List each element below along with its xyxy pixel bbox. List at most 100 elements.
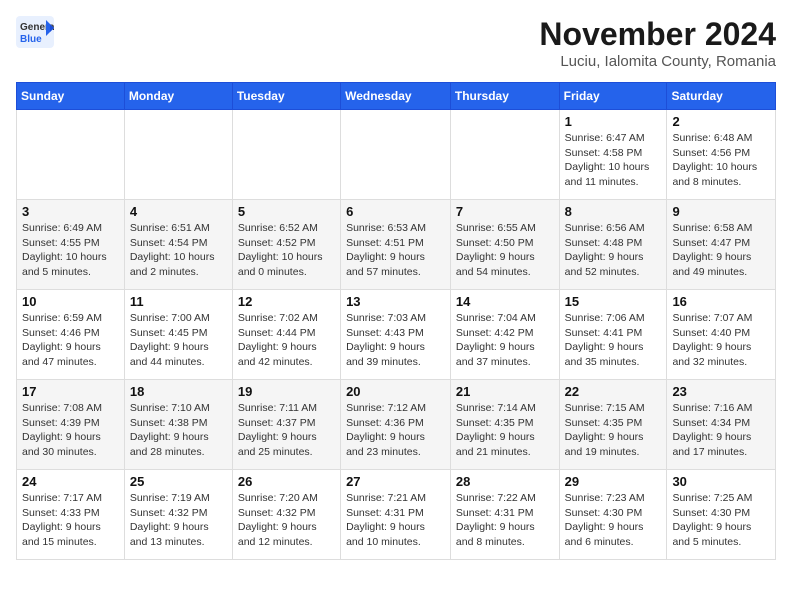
day-info: Sunrise: 7:25 AM Sunset: 4:30 PM Dayligh…: [672, 491, 770, 550]
day-number: 26: [238, 474, 335, 489]
calendar-cell: 8Sunrise: 6:56 AM Sunset: 4:48 PM Daylig…: [559, 200, 667, 290]
calendar-cell: 27 Sunrise: 7:21 AM Sunset: 4:31 PM Dayli…: [341, 470, 451, 560]
calendar-cell: 17 Sunrise: 7:08 AM Sunset: 4:39 PM Dayli…: [17, 380, 125, 470]
calendar-cell: 20 Sunrise: 7:12 AM Sunset: 4:36 PM Dayli…: [341, 380, 451, 470]
weekday-header-friday: Friday: [559, 83, 667, 110]
weekday-header-saturday: Saturday: [667, 83, 776, 110]
calendar-cell: 16Sunrise: 7:07 AM Sunset: 4:40 PM Dayli…: [667, 290, 776, 380]
day-info: Sunrise: 6:52 AM Sunset: 4:52 PM Dayligh…: [238, 221, 335, 280]
day-info: Sunrise: 7:11 AM Sunset: 4:37 PM Dayligh…: [238, 401, 335, 460]
week-row-1: 3 Sunrise: 6:49 AM Sunset: 4:55 PM Daylig…: [17, 200, 776, 290]
weekday-header-sunday: Sunday: [17, 83, 125, 110]
day-info: Sunrise: 7:16 AM Sunset: 4:34 PM Dayligh…: [672, 401, 770, 460]
day-number: 3: [22, 204, 119, 219]
day-number: 23: [672, 384, 770, 399]
day-info: Sunrise: 7:04 AM Sunset: 4:42 PM Dayligh…: [456, 311, 554, 370]
week-row-4: 24 Sunrise: 7:17 AM Sunset: 4:33 PM Dayli…: [17, 470, 776, 560]
day-info: Sunrise: 6:55 AM Sunset: 4:50 PM Dayligh…: [456, 221, 554, 280]
day-number: 21: [456, 384, 554, 399]
day-info: Sunrise: 7:06 AM Sunset: 4:41 PM Dayligh…: [565, 311, 662, 370]
calendar-cell: [341, 110, 451, 200]
day-info: Sunrise: 7:12 AM Sunset: 4:36 PM Dayligh…: [346, 401, 445, 460]
calendar-cell: [450, 110, 559, 200]
day-number: 16: [672, 294, 770, 309]
day-info: Sunrise: 6:48 AM Sunset: 4:56 PM Dayligh…: [672, 131, 770, 190]
day-info: Sunrise: 6:53 AM Sunset: 4:51 PM Dayligh…: [346, 221, 445, 280]
calendar-cell: [232, 110, 340, 200]
day-info: Sunrise: 6:51 AM Sunset: 4:54 PM Dayligh…: [130, 221, 227, 280]
calendar-cell: 10Sunrise: 6:59 AM Sunset: 4:46 PM Dayli…: [17, 290, 125, 380]
day-number: 17: [22, 384, 119, 399]
weekday-header-wednesday: Wednesday: [341, 83, 451, 110]
day-info: Sunrise: 7:20 AM Sunset: 4:32 PM Dayligh…: [238, 491, 335, 550]
calendar-cell: 4 Sunrise: 6:51 AM Sunset: 4:54 PM Daylig…: [124, 200, 232, 290]
day-info: Sunrise: 7:03 AM Sunset: 4:43 PM Dayligh…: [346, 311, 445, 370]
day-number: 13: [346, 294, 445, 309]
calendar-cell: 28 Sunrise: 7:22 AM Sunset: 4:31 PM Dayli…: [450, 470, 559, 560]
week-row-0: 1 Sunrise: 6:47 AM Sunset: 4:58 PM Daylig…: [17, 110, 776, 200]
day-info: Sunrise: 7:21 AM Sunset: 4:31 PM Dayligh…: [346, 491, 445, 550]
day-info: Sunrise: 7:10 AM Sunset: 4:38 PM Dayligh…: [130, 401, 227, 460]
calendar-cell: 15 Sunrise: 7:06 AM Sunset: 4:41 PM Dayli…: [559, 290, 667, 380]
week-row-2: 10Sunrise: 6:59 AM Sunset: 4:46 PM Dayli…: [17, 290, 776, 380]
calendar-cell: 19 Sunrise: 7:11 AM Sunset: 4:37 PM Dayli…: [232, 380, 340, 470]
calendar-cell: 1 Sunrise: 6:47 AM Sunset: 4:58 PM Daylig…: [559, 110, 667, 200]
calendar-cell: 22 Sunrise: 7:15 AM Sunset: 4:35 PM Dayli…: [559, 380, 667, 470]
weekday-header-monday: Monday: [124, 83, 232, 110]
day-number: 2: [672, 114, 770, 129]
day-info: Sunrise: 7:08 AM Sunset: 4:39 PM Dayligh…: [22, 401, 119, 460]
day-number: 7: [456, 204, 554, 219]
calendar-cell: 26 Sunrise: 7:20 AM Sunset: 4:32 PM Dayli…: [232, 470, 340, 560]
day-number: 15: [565, 294, 662, 309]
day-number: 11: [130, 294, 227, 309]
day-info: Sunrise: 7:02 AM Sunset: 4:44 PM Dayligh…: [238, 311, 335, 370]
day-number: 22: [565, 384, 662, 399]
logo: General Blue: [16, 16, 60, 53]
day-info: Sunrise: 7:15 AM Sunset: 4:35 PM Dayligh…: [565, 401, 662, 460]
calendar-cell: 9 Sunrise: 6:58 AM Sunset: 4:47 PM Daylig…: [667, 200, 776, 290]
calendar-cell: 12 Sunrise: 7:02 AM Sunset: 4:44 PM Dayli…: [232, 290, 340, 380]
day-number: 28: [456, 474, 554, 489]
day-info: Sunrise: 7:22 AM Sunset: 4:31 PM Dayligh…: [456, 491, 554, 550]
day-number: 19: [238, 384, 335, 399]
day-info: Sunrise: 6:49 AM Sunset: 4:55 PM Dayligh…: [22, 221, 119, 280]
calendar-cell: 2 Sunrise: 6:48 AM Sunset: 4:56 PM Daylig…: [667, 110, 776, 200]
weekday-header-tuesday: Tuesday: [232, 83, 340, 110]
day-info: Sunrise: 7:00 AM Sunset: 4:45 PM Dayligh…: [130, 311, 227, 370]
location-title: Luciu, Ialomita County, Romania: [539, 53, 776, 70]
day-number: 6: [346, 204, 445, 219]
day-number: 20: [346, 384, 445, 399]
day-number: 9: [672, 204, 770, 219]
weekday-header-thursday: Thursday: [450, 83, 559, 110]
calendar-header: SundayMondayTuesdayWednesdayThursdayFrid…: [17, 83, 776, 110]
day-info: Sunrise: 7:23 AM Sunset: 4:30 PM Dayligh…: [565, 491, 662, 550]
day-number: 1: [565, 114, 662, 129]
day-number: 30: [672, 474, 770, 489]
calendar-cell: 7 Sunrise: 6:55 AM Sunset: 4:50 PM Daylig…: [450, 200, 559, 290]
day-info: Sunrise: 7:14 AM Sunset: 4:35 PM Dayligh…: [456, 401, 554, 460]
calendar-cell: 30 Sunrise: 7:25 AM Sunset: 4:30 PM Dayli…: [667, 470, 776, 560]
calendar-cell: 23 Sunrise: 7:16 AM Sunset: 4:34 PM Dayli…: [667, 380, 776, 470]
day-info: Sunrise: 6:58 AM Sunset: 4:47 PM Dayligh…: [672, 221, 770, 280]
day-number: 25: [130, 474, 227, 489]
calendar-cell: [124, 110, 232, 200]
week-row-3: 17 Sunrise: 7:08 AM Sunset: 4:39 PM Dayli…: [17, 380, 776, 470]
calendar-cell: 18Sunrise: 7:10 AM Sunset: 4:38 PM Dayli…: [124, 380, 232, 470]
calendar-cell: 25 Sunrise: 7:19 AM Sunset: 4:32 PM Dayli…: [124, 470, 232, 560]
day-info: Sunrise: 7:19 AM Sunset: 4:32 PM Dayligh…: [130, 491, 227, 550]
calendar-cell: 3 Sunrise: 6:49 AM Sunset: 4:55 PM Daylig…: [17, 200, 125, 290]
day-info: Sunrise: 7:17 AM Sunset: 4:33 PM Dayligh…: [22, 491, 119, 550]
calendar-cell: 11 Sunrise: 7:00 AM Sunset: 4:45 PM Dayli…: [124, 290, 232, 380]
calendar-cell: [17, 110, 125, 200]
day-number: 12: [238, 294, 335, 309]
day-number: 5: [238, 204, 335, 219]
page-header: General Blue November 2024 Luciu, Ialomi…: [16, 16, 776, 70]
day-number: 14: [456, 294, 554, 309]
day-info: Sunrise: 6:47 AM Sunset: 4:58 PM Dayligh…: [565, 131, 662, 190]
day-info: Sunrise: 6:59 AM Sunset: 4:46 PM Dayligh…: [22, 311, 119, 370]
day-number: 27: [346, 474, 445, 489]
calendar-cell: 14 Sunrise: 7:04 AM Sunset: 4:42 PM Dayli…: [450, 290, 559, 380]
calendar-cell: 5 Sunrise: 6:52 AM Sunset: 4:52 PM Daylig…: [232, 200, 340, 290]
day-number: 4: [130, 204, 227, 219]
day-number: 24: [22, 474, 119, 489]
